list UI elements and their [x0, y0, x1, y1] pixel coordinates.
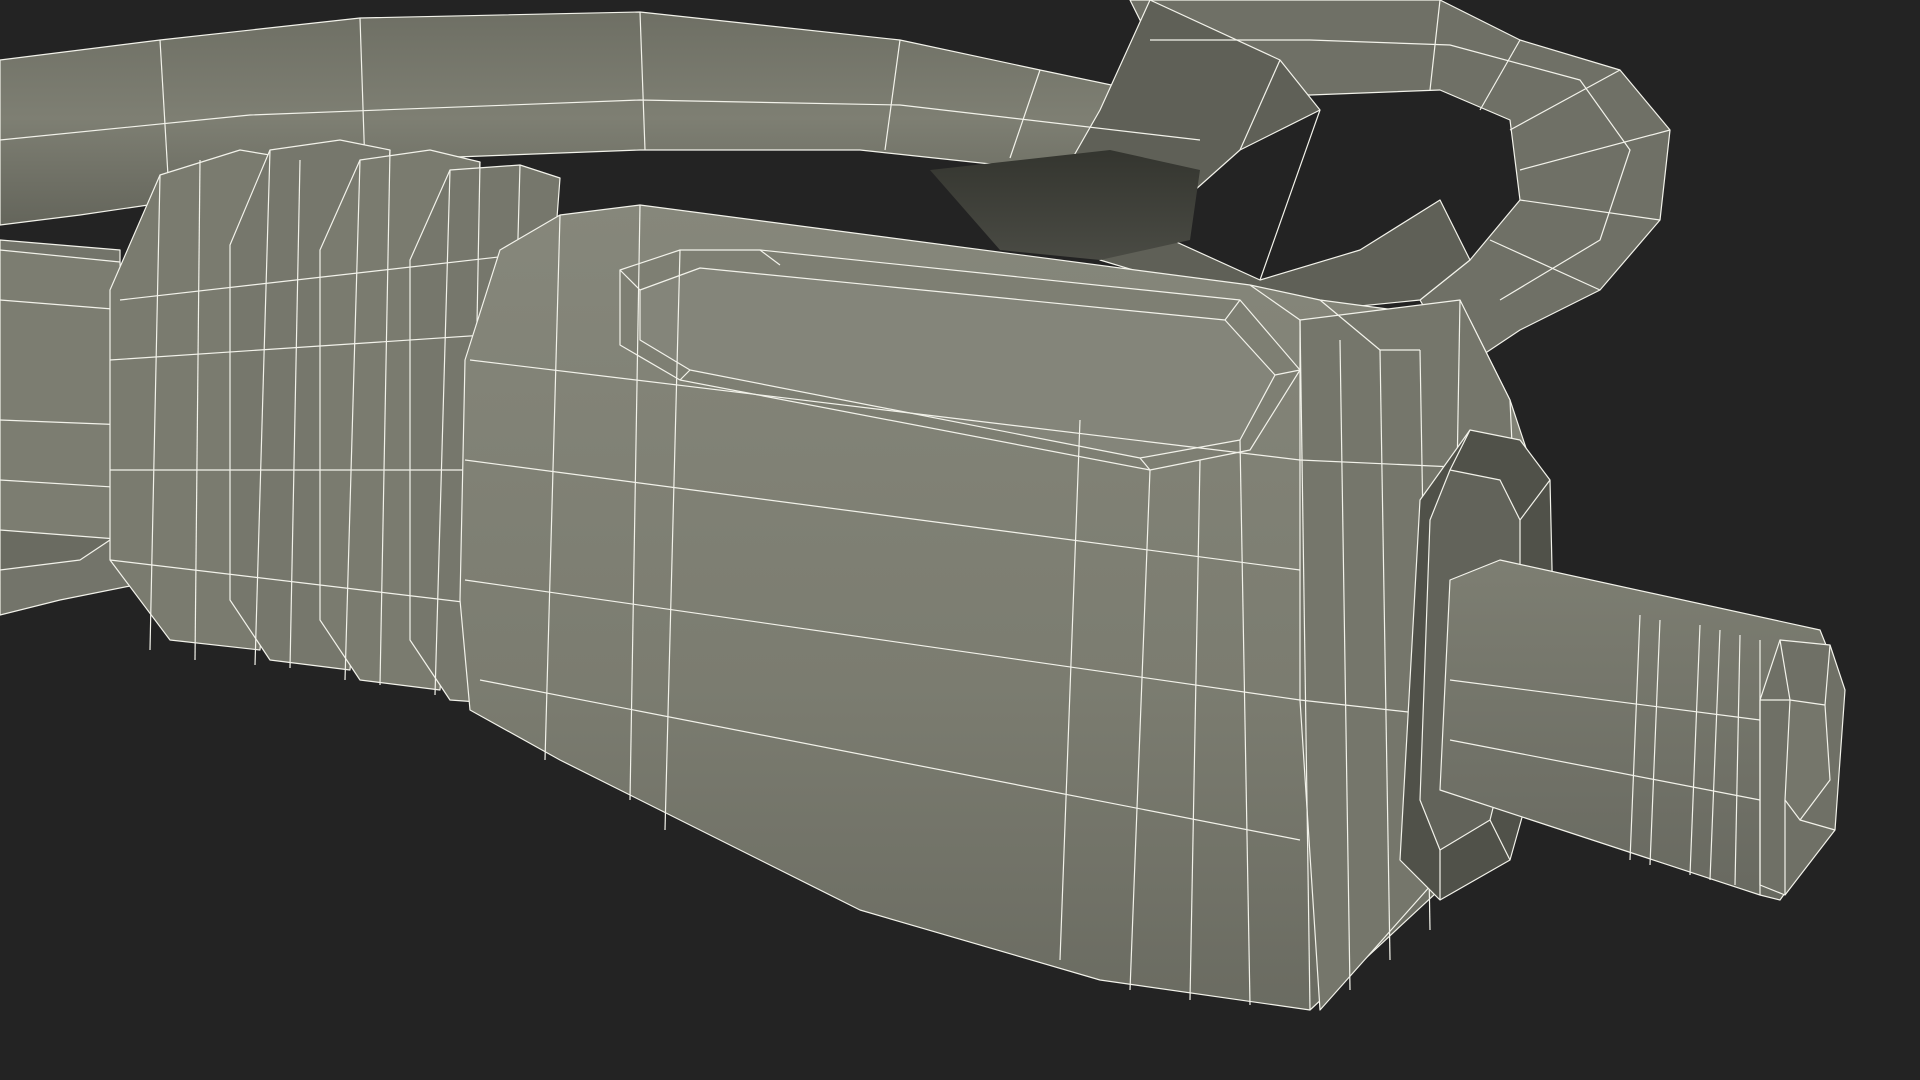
wireframe-render [0, 0, 1920, 1080]
shadow-patch [930, 150, 1200, 260]
connector-body [459, 204, 1531, 1011]
connector-render-svg [0, 0, 1846, 1011]
